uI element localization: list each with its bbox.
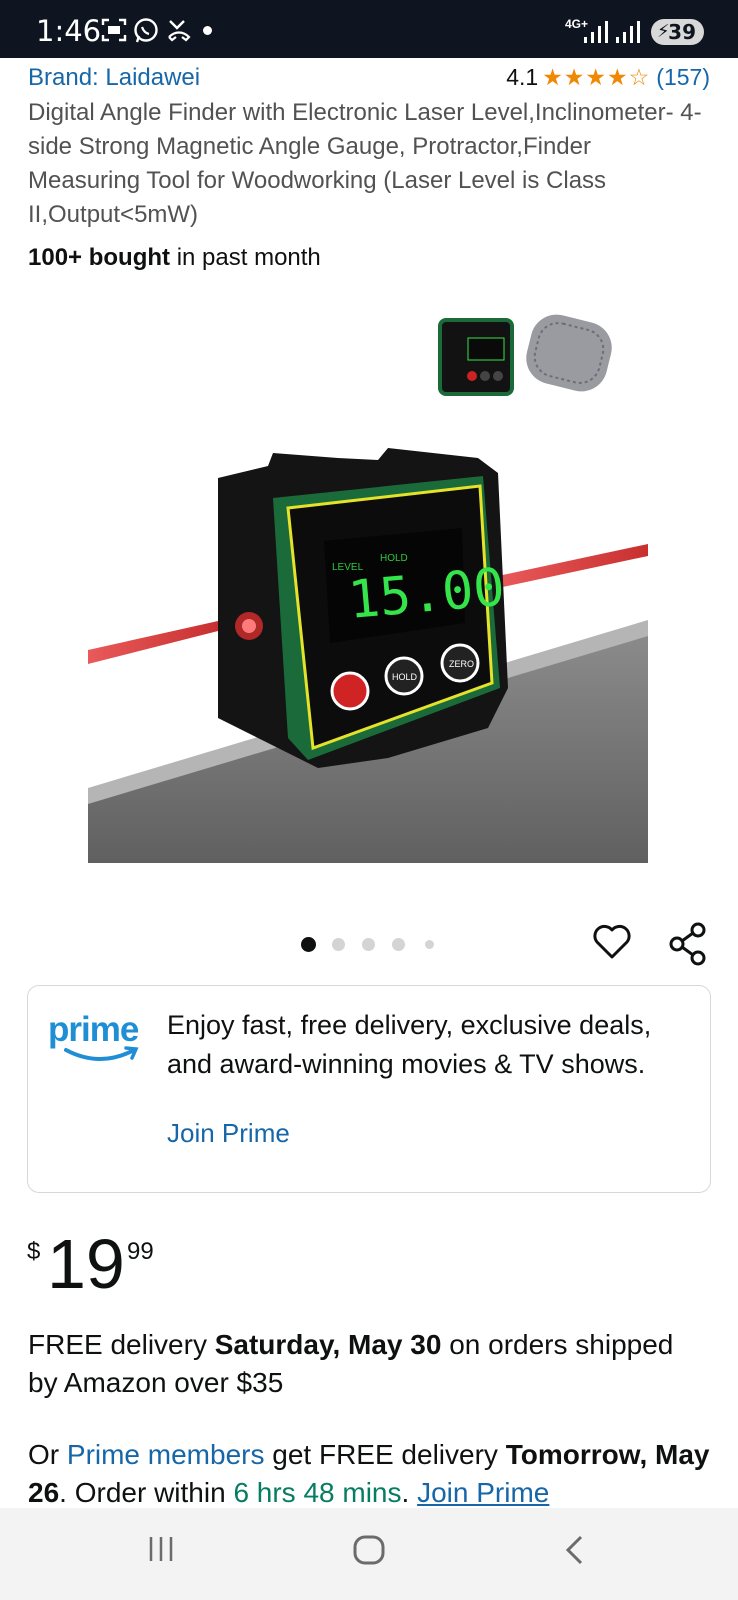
rating-stars: ★★★★☆ bbox=[542, 64, 651, 90]
carousel-dot-4[interactable] bbox=[392, 938, 405, 951]
whatsapp-icon bbox=[134, 18, 158, 43]
recent-apps-icon[interactable] bbox=[146, 1534, 176, 1564]
missed-call-icon bbox=[168, 20, 191, 42]
signal-icon-1 bbox=[584, 21, 608, 43]
bought-count-bold: 100+ bought bbox=[28, 244, 171, 271]
notification-dot-icon bbox=[203, 26, 212, 35]
prime-members-link[interactable]: Prime members bbox=[67, 1439, 265, 1470]
order-within-text: . Order within bbox=[59, 1477, 234, 1508]
laser-beam-left bbox=[88, 621, 218, 664]
rating-count: (157) bbox=[656, 64, 710, 90]
carousel-dot-1[interactable] bbox=[301, 937, 316, 952]
clock: 1:46 bbox=[36, 14, 102, 48]
delivery-prefix: FREE delivery bbox=[28, 1329, 215, 1360]
laser-button-icon bbox=[330, 671, 370, 711]
system-nav-bar bbox=[0, 1508, 738, 1600]
product-title: Digital Angle Finder with Electronic Las… bbox=[28, 99, 702, 228]
thumbnail-case bbox=[526, 314, 612, 392]
thumbnail-device bbox=[438, 318, 514, 396]
status-bar: 1:46 4G+ ⚡ 39 bbox=[0, 0, 738, 58]
signal-icon-2 bbox=[616, 21, 640, 43]
charging-icon: ⚡ bbox=[657, 21, 670, 42]
join-prime-link[interactable]: Join Prime bbox=[167, 1118, 290, 1149]
price-fraction: 99 bbox=[127, 1238, 154, 1265]
screenshot-icon bbox=[101, 18, 127, 42]
prime-description: Enjoy fast, free delivery, exclusive dea… bbox=[167, 1010, 652, 1079]
rating-summary[interactable]: 4.1 ★★★★☆ (157) bbox=[506, 64, 710, 91]
angle-finder-device: LEVEL HOLD 15.00 HOLD ZERO bbox=[218, 448, 508, 768]
delivery-date: Saturday, May 30 bbox=[214, 1329, 442, 1360]
battery-level: 39 bbox=[668, 20, 696, 44]
share-icon[interactable] bbox=[668, 922, 708, 966]
bought-count-rest: in past month bbox=[170, 244, 321, 271]
prime-promo-card: prime Enjoy fast, free delivery, exclusi… bbox=[27, 985, 711, 1193]
brand-link[interactable]: Brand: Laidawei bbox=[28, 64, 200, 92]
rating-value: 4.1 bbox=[506, 64, 539, 90]
join-prime-delivery-link[interactable]: Join Prime bbox=[417, 1477, 549, 1508]
carousel-dot-5[interactable] bbox=[425, 940, 434, 949]
carousel-dot-3[interactable] bbox=[362, 938, 375, 951]
hold-button-label: HOLD bbox=[392, 672, 418, 682]
wishlist-heart-icon[interactable] bbox=[592, 924, 632, 960]
bought-count: 100+ bought in past month bbox=[28, 244, 321, 272]
prime-delivery-message: Or Prime members get FREE delivery Tomor… bbox=[28, 1436, 718, 1512]
delivery-message: FREE delivery Saturday, May 30 on orders… bbox=[28, 1326, 708, 1402]
price-currency: $ bbox=[27, 1238, 41, 1265]
product-image[interactable]: LEVEL HOLD 15.00 HOLD ZERO bbox=[88, 298, 648, 863]
back-icon[interactable] bbox=[562, 1534, 586, 1566]
laser-beam-right bbox=[498, 544, 648, 588]
delivery-period: . bbox=[401, 1477, 418, 1508]
prime-smile-icon bbox=[64, 1046, 139, 1061]
home-icon[interactable] bbox=[352, 1534, 386, 1566]
carousel-dot-2[interactable] bbox=[332, 938, 345, 951]
battery-indicator: ⚡ 39 bbox=[651, 19, 704, 45]
order-countdown: 6 hrs 48 mins bbox=[233, 1477, 402, 1508]
prime-delivery-prefix: Or bbox=[28, 1439, 67, 1470]
zero-button-label: ZERO bbox=[449, 659, 474, 669]
prime-delivery-mid: get FREE delivery bbox=[264, 1439, 506, 1470]
price-whole: 19 bbox=[47, 1225, 125, 1303]
display-hold-label: HOLD bbox=[380, 553, 408, 564]
